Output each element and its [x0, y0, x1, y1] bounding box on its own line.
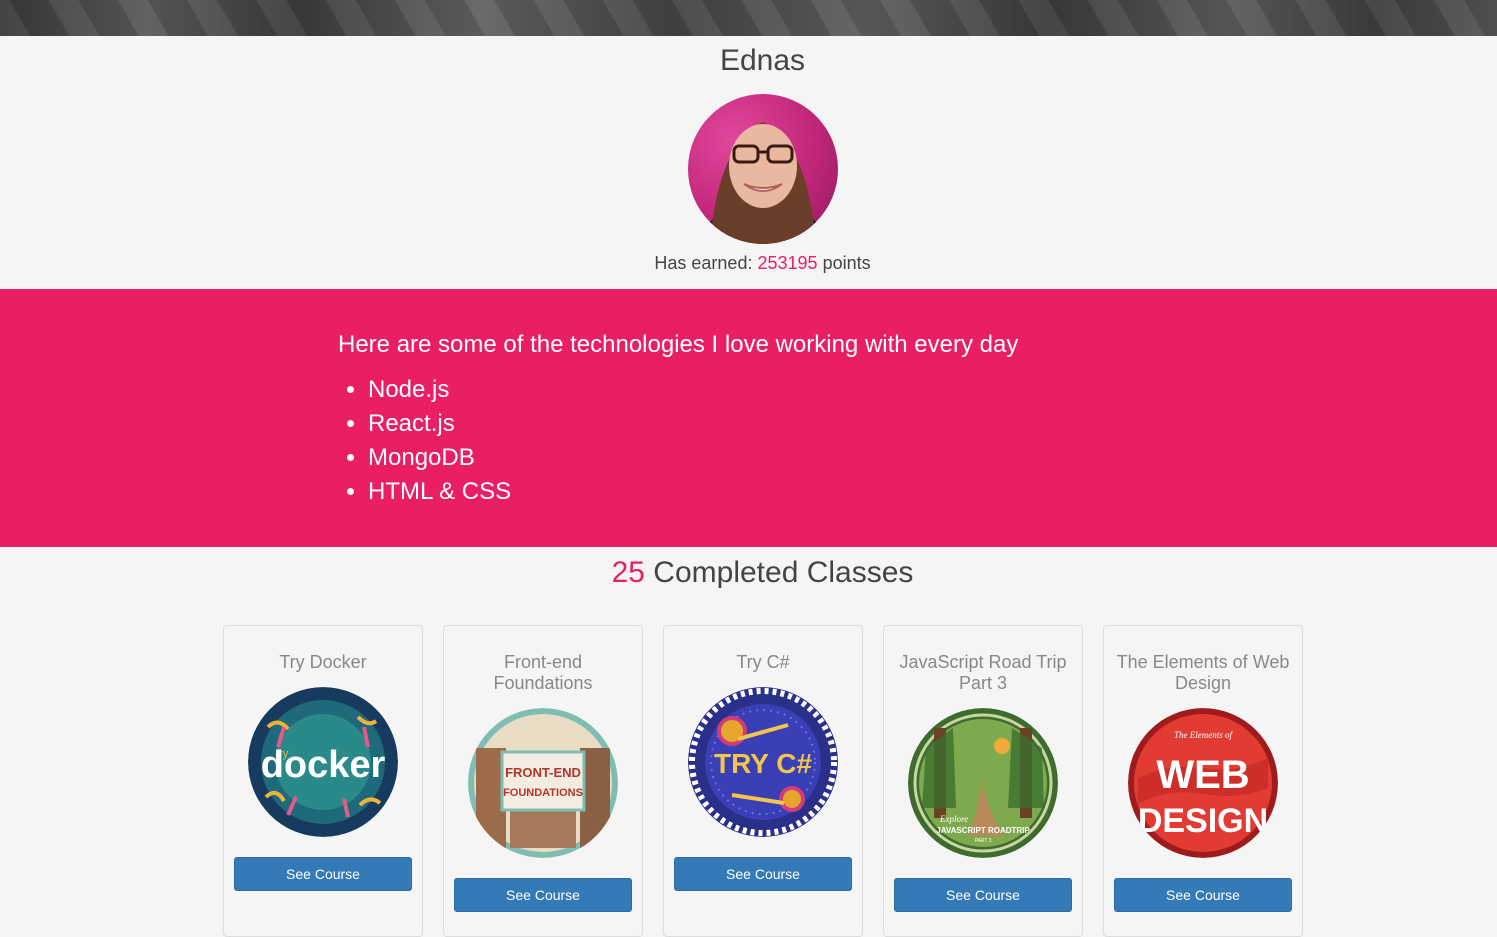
see-course-button[interactable]: See Course	[454, 878, 632, 912]
svg-text:JAVASCRIPT ROADTRIP: JAVASCRIPT ROADTRIP	[936, 826, 1030, 835]
course-title: Front-end Foundations	[493, 652, 593, 693]
course-card-javascript-road-trip-3: JavaScript Road Trip Part 3 Explore JAVA…	[883, 625, 1083, 937]
points-suffix: points	[822, 253, 871, 273]
list-item: MongoDB	[368, 441, 511, 475]
profile-name: Ednas	[719, 44, 806, 77]
svg-text:docker: docker	[261, 744, 386, 786]
technologies-section: Here are some of the technologies I love…	[0, 289, 1497, 547]
header-banner	[0, 0, 1497, 36]
completed-count: 25	[611, 556, 645, 589]
course-title: The Elements of Web Design	[1116, 652, 1290, 693]
web-design-badge-icon: The Elements of WEB DESIGN	[1128, 708, 1278, 858]
list-item: HTML & CSS	[368, 475, 511, 509]
earned-prefix: Has earned:	[654, 253, 753, 273]
svg-text:The Elements of: The Elements of	[1174, 730, 1233, 740]
svg-text:FOUNDATIONS: FOUNDATIONS	[503, 787, 583, 799]
javascript-roadtrip-badge-icon: Explore JAVASCRIPT ROADTRIP PART 3	[908, 708, 1058, 858]
technologies-heading: Here are some of the technologies I love…	[338, 331, 1019, 358]
course-card-try-csharp: Try C# TRY C# See Course	[663, 625, 863, 937]
see-course-button[interactable]: See Course	[894, 878, 1072, 912]
svg-text:FRONT-END: FRONT-END	[505, 765, 581, 780]
course-title: Try Docker	[279, 652, 367, 672]
list-item: Node.js	[368, 373, 511, 407]
svg-text:PART 3: PART 3	[975, 838, 992, 844]
svg-text:WEB: WEB	[1156, 753, 1249, 797]
csharp-badge-icon: TRY C#	[688, 687, 838, 837]
course-title: JavaScript Road Trip Part 3	[899, 652, 1067, 693]
course-title: Try C#	[736, 652, 790, 672]
completed-label: Completed Classes	[653, 556, 914, 589]
points-line: Has earned: 253195 points	[0, 253, 1497, 274]
course-card-front-end-foundations: Front-end Foundations FRONT-END FOUNDATI…	[443, 625, 643, 937]
completed-classes-heading: 25 Completed Classes	[0, 556, 1497, 590]
course-card-elements-of-web-design: The Elements of Web Design The Elements …	[1103, 625, 1303, 937]
technologies-list: Node.js React.js MongoDB HTML & CSS	[338, 373, 511, 509]
avatar	[688, 94, 838, 244]
svg-text:TRY C#: TRY C#	[714, 748, 812, 779]
see-course-button[interactable]: See Course	[1114, 878, 1292, 912]
docker-badge-icon: try docker	[248, 687, 398, 837]
svg-text:DESIGN: DESIGN	[1138, 802, 1268, 840]
front-end-foundations-badge-icon: FRONT-END FOUNDATIONS	[468, 708, 618, 858]
svg-text:Explore: Explore	[939, 814, 968, 824]
course-card-try-docker: Try Docker try docker See Course	[223, 625, 423, 937]
points-value: 253195	[757, 253, 818, 273]
see-course-button[interactable]: See Course	[234, 857, 412, 891]
see-course-button[interactable]: See Course	[674, 857, 852, 891]
list-item: React.js	[368, 407, 511, 441]
